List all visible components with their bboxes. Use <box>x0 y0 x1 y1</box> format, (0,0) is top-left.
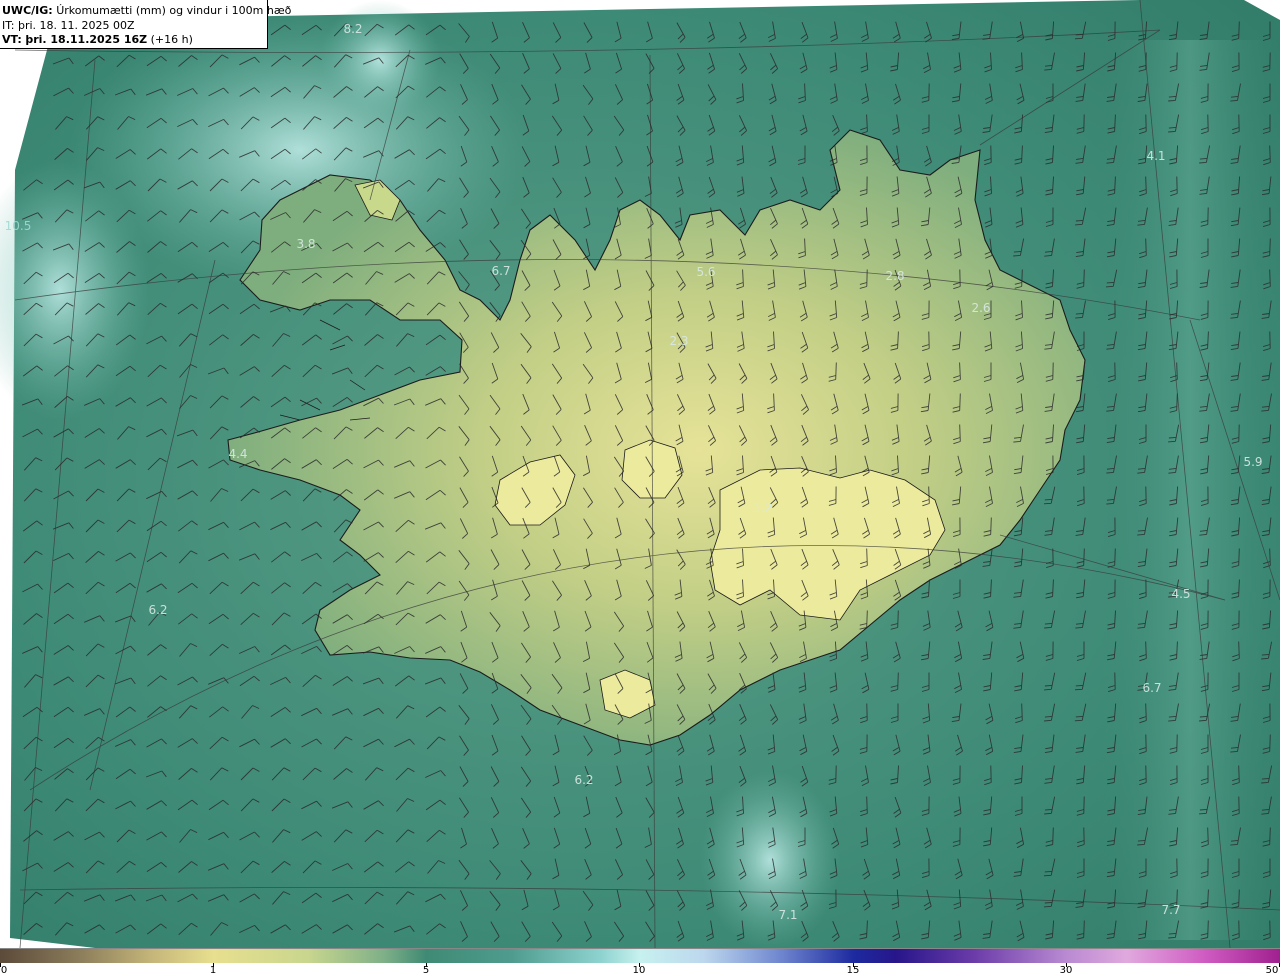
value-label: 7.7 <box>1161 903 1181 917</box>
init-time: þri. 18. 11. 2025 00Z <box>17 18 135 32</box>
valid-time-line: VT: þri. 18.11.2025 16Z (+16 h) <box>2 33 267 48</box>
value-label: 7.1 <box>778 908 798 922</box>
value-label: 4.4 <box>228 447 248 461</box>
corner-marker <box>1244 0 1280 20</box>
value-label: 4.1 <box>1146 149 1166 163</box>
colorbar-strip <box>0 949 1280 963</box>
value-label: 2.6 <box>971 301 991 315</box>
title-line: UWC/IG: Úrkomumætti (mm) og vindur i 100… <box>2 4 291 19</box>
init-prefix: IT: <box>2 18 15 32</box>
colorbar-label: 10 <box>632 965 646 976</box>
wet-area-north <box>320 0 440 120</box>
value-label: 6.7 <box>491 264 511 278</box>
valid-prefix: VT: <box>2 33 22 46</box>
value-label: 6.2 <box>574 773 594 787</box>
value-label: 8.2 <box>343 22 363 36</box>
lead-time: (+16 h) <box>150 33 193 46</box>
value-label: 6.7 <box>1142 681 1162 695</box>
product-name: UWC/IG: <box>2 4 53 17</box>
colorbar-label: 15 <box>846 965 860 976</box>
value-label: 5.6 <box>696 265 716 279</box>
colorbar-label: 50 <box>1265 965 1279 976</box>
colorbar-label: 0 <box>0 965 8 976</box>
colorbar-label: 1 <box>209 965 217 976</box>
info-box: UWC/IG: Úrkomumætti (mm) og vindur i 100… <box>0 0 291 49</box>
init-time-line: IT: þri. 18. 11. 2025 00Z <box>2 19 267 34</box>
value-label: 6.2 <box>148 603 168 617</box>
map-title: Úrkomumætti (mm) og vindur i 100m hæð <box>56 4 292 17</box>
value-label: 4.5 <box>1171 587 1191 601</box>
value-label: 2.8 <box>885 269 905 283</box>
value-label: 2.3 <box>669 334 689 348</box>
colorbar-label: 5 <box>422 965 430 976</box>
value-label: 1.2 <box>753 501 773 515</box>
colorbar: 0 1 5 10 15 30 50 <box>0 948 1280 979</box>
value-label: 3.8 <box>296 237 316 251</box>
colorbar-label: 30 <box>1059 965 1073 976</box>
forecast-map[interactable]: 8.2 10.5 3.8 6.7 5.6 2.8 2.6 4.1 2.3 4.4… <box>0 0 1280 948</box>
wet-area-south <box>700 770 840 948</box>
valid-time: þri. 18.11.2025 16Z <box>25 33 148 46</box>
value-label: 10.5 <box>4 219 32 233</box>
streaks-east <box>1100 40 1280 940</box>
value-label: 5.9 <box>1243 455 1263 469</box>
map-canvas <box>0 0 1280 948</box>
